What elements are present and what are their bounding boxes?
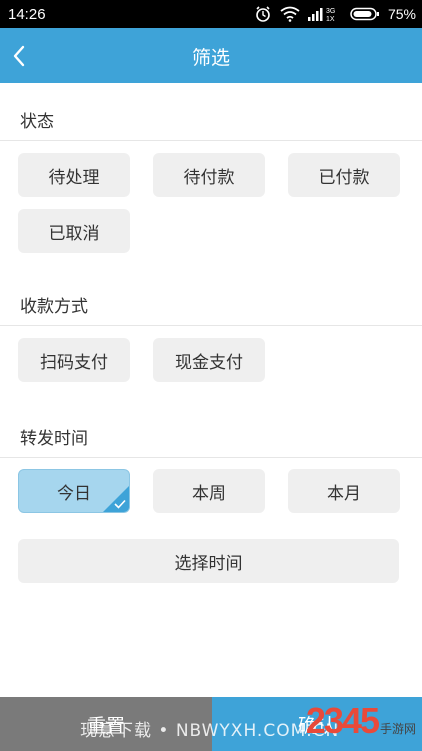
status-time: 14:26 <box>8 6 46 23</box>
section-title-status: 状态 <box>20 112 54 132</box>
option-time-today[interactable]: 今日 <box>18 469 130 513</box>
logo-sub: 手游网 <box>379 722 416 736</box>
battery-icon <box>350 7 379 21</box>
alarm-icon <box>256 6 270 22</box>
svg-text:3G: 3G <box>326 8 335 15</box>
option-payment-qr[interactable]: 扫码支付 <box>18 338 130 382</box>
wifi-icon <box>280 6 300 22</box>
section-title-time: 转发时间 <box>20 429 88 449</box>
divider <box>0 457 422 458</box>
option-time-month[interactable]: 本月 <box>288 469 400 513</box>
logo-number: 2345 <box>305 700 380 741</box>
watermark-text: 现意下载 • NBWYXH.COM.CN <box>80 721 340 741</box>
option-status-cancelled[interactable]: 已取消 <box>18 209 130 253</box>
section-title-payment: 收款方式 <box>20 297 88 317</box>
status-bar: 14:26 3G 1X 75% <box>0 0 422 28</box>
option-time-week[interactable]: 本周 <box>153 469 265 513</box>
svg-text:1X: 1X <box>326 16 335 23</box>
battery-percent: 75% <box>387 6 416 22</box>
select-time-button[interactable]: 选择时间 <box>18 539 399 583</box>
checkmark-icon <box>114 499 126 509</box>
option-status-pending[interactable]: 待处理 <box>18 153 130 197</box>
signal-icon: 3G 1X <box>307 8 335 23</box>
option-time-today-label: 今日 <box>57 483 91 504</box>
divider <box>0 140 422 141</box>
divider <box>0 325 422 326</box>
option-payment-cash[interactable]: 现金支付 <box>153 338 265 382</box>
status-icons: 3G 1X 75% <box>254 4 416 24</box>
option-status-unpaid[interactable]: 待付款 <box>153 153 265 197</box>
header-bar: 筛选 <box>0 28 422 83</box>
site-logo: 2345 手游网 <box>306 700 416 742</box>
option-status-paid[interactable]: 已付款 <box>288 153 400 197</box>
page-title: 筛选 <box>191 47 230 69</box>
